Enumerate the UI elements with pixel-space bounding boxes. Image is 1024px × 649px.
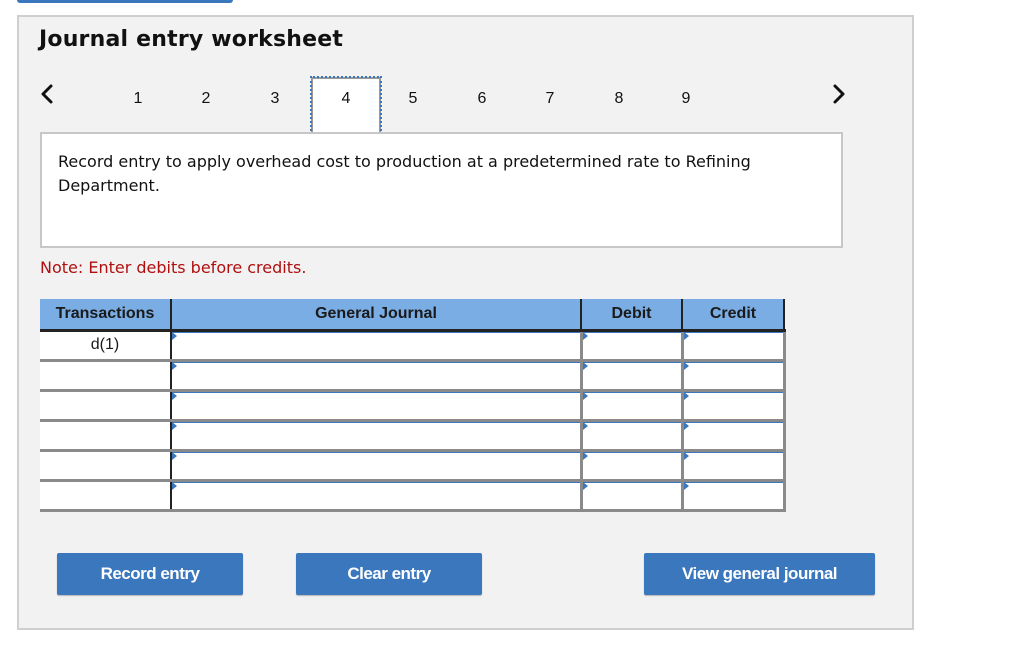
header-general-journal: General Journal	[171, 299, 582, 332]
pager-tab-8[interactable]: 8	[589, 79, 649, 129]
pager-tab-2[interactable]: 2	[176, 79, 236, 129]
view-general-journal-button[interactable]: View general journal	[644, 553, 875, 595]
pager-tab-4-active[interactable]: 4	[310, 76, 382, 135]
chevron-right-icon[interactable]	[832, 83, 846, 105]
credit-input[interactable]	[683, 481, 783, 509]
journal-entry-table: Transactions General Journal Debit Credi…	[40, 299, 786, 512]
general-journal-input[interactable]	[172, 421, 580, 449]
debits-credits-note: Note: Enter debits before credits.	[40, 258, 307, 277]
table-row: d(1)	[40, 330, 786, 362]
debit-input[interactable]	[582, 481, 681, 509]
general-journal-input[interactable]	[172, 481, 580, 509]
credit-input[interactable]	[683, 361, 783, 389]
general-journal-cell	[170, 420, 583, 452]
debit-cell	[580, 330, 684, 362]
general-journal-cell	[170, 330, 583, 362]
credit-cell	[681, 450, 786, 482]
header-credit: Credit	[682, 299, 785, 332]
header-transactions: Transactions	[40, 299, 172, 332]
debit-input[interactable]	[582, 421, 681, 449]
pager-tab-9[interactable]: 9	[656, 79, 716, 129]
debit-cell	[580, 390, 684, 422]
debit-input[interactable]	[582, 451, 681, 479]
pager-tab-1[interactable]: 1	[108, 79, 168, 129]
general-journal-input[interactable]	[172, 451, 580, 479]
debit-input[interactable]	[582, 361, 681, 389]
chevron-left-icon[interactable]	[40, 83, 54, 105]
credit-input[interactable]	[683, 391, 783, 419]
general-journal-input[interactable]	[172, 331, 580, 359]
pager-tab-7[interactable]: 7	[520, 79, 580, 129]
debit-input[interactable]	[582, 391, 681, 419]
entry-pager: 1 2 3 4 5 6 7 8 9	[0, 75, 1024, 135]
general-journal-input[interactable]	[172, 361, 580, 389]
credit-input[interactable]	[683, 421, 783, 449]
top-button-edge[interactable]	[17, 0, 233, 3]
credit-cell	[681, 390, 786, 422]
transaction-cell	[40, 420, 172, 452]
credit-cell	[681, 420, 786, 452]
table-row	[40, 480, 786, 512]
transaction-cell	[40, 360, 172, 392]
table-row	[40, 390, 786, 422]
table-row	[40, 450, 786, 482]
general-journal-input[interactable]	[172, 391, 580, 419]
pager-tab-3[interactable]: 3	[245, 79, 305, 129]
debit-cell	[580, 450, 684, 482]
transaction-cell	[40, 390, 172, 422]
transaction-cell: d(1)	[40, 330, 172, 362]
pager-tab-5[interactable]: 5	[383, 79, 443, 129]
table-header-row: Transactions General Journal Debit Credi…	[40, 299, 785, 332]
table-row	[40, 360, 786, 392]
entry-description-text: Record entry to apply overhead cost to p…	[58, 152, 751, 195]
entry-description-box: Record entry to apply overhead cost to p…	[40, 132, 843, 248]
debit-cell	[580, 420, 684, 452]
debit-cell	[580, 480, 684, 512]
credit-input[interactable]	[683, 331, 783, 359]
general-journal-cell	[170, 450, 583, 482]
worksheet-title: Journal entry worksheet	[39, 27, 344, 52]
journal-table-body: d(1)	[40, 330, 786, 512]
credit-input[interactable]	[683, 451, 783, 479]
debit-input[interactable]	[582, 331, 681, 359]
credit-cell	[681, 330, 786, 362]
debit-cell	[580, 360, 684, 392]
general-journal-cell	[170, 360, 583, 392]
record-entry-button[interactable]: Record entry	[57, 553, 243, 595]
table-row	[40, 420, 786, 452]
transaction-cell	[40, 450, 172, 482]
header-debit: Debit	[581, 299, 683, 332]
general-journal-cell	[170, 390, 583, 422]
clear-entry-button[interactable]: Clear entry	[296, 553, 482, 595]
credit-cell	[681, 360, 786, 392]
general-journal-cell	[170, 480, 583, 512]
transaction-cell	[40, 480, 172, 512]
credit-cell	[681, 480, 786, 512]
pager-tab-6[interactable]: 6	[452, 79, 512, 129]
